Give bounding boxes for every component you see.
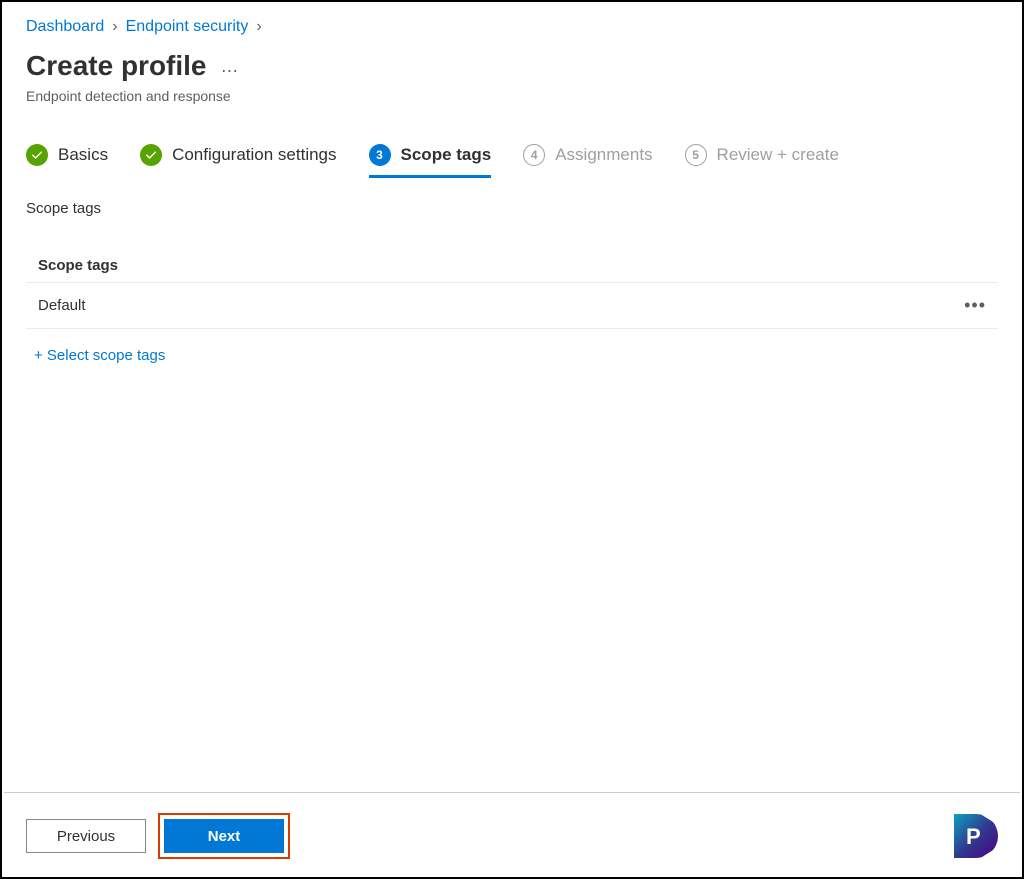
step-configuration-settings[interactable]: Configuration settings <box>140 144 336 176</box>
step-label: Assignments <box>555 145 652 165</box>
breadcrumb: Dashboard › Endpoint security › <box>26 18 998 36</box>
chevron-right-icon: › <box>256 18 261 36</box>
step-number-icon: 3 <box>369 144 391 166</box>
step-number-icon: 4 <box>523 144 545 166</box>
check-icon <box>26 144 48 166</box>
step-label: Review + create <box>717 145 839 165</box>
brand-logo: P <box>954 814 998 858</box>
table-row: Default ••• <box>26 282 998 329</box>
highlight-annotation: Next <box>158 813 290 859</box>
chevron-right-icon: › <box>112 18 117 36</box>
step-basics[interactable]: Basics <box>26 144 108 176</box>
step-label: Basics <box>58 145 108 165</box>
scope-tag-name: Default <box>38 297 86 314</box>
next-button[interactable]: Next <box>164 819 284 853</box>
row-more-icon[interactable]: ••• <box>964 295 986 316</box>
page-title: Create profile <box>26 50 207 82</box>
select-scope-tags-link[interactable]: + Select scope tags <box>26 347 998 364</box>
logo-letter: P <box>966 824 981 850</box>
footer-bar: Previous Next P <box>4 792 1020 875</box>
step-assignments[interactable]: 4 Assignments <box>523 144 652 176</box>
step-review-create[interactable]: 5 Review + create <box>685 144 839 176</box>
step-number-icon: 5 <box>685 144 707 166</box>
breadcrumb-endpoint-security[interactable]: Endpoint security <box>126 18 249 36</box>
previous-button[interactable]: Previous <box>26 819 146 853</box>
step-scope-tags[interactable]: 3 Scope tags <box>369 144 492 176</box>
scope-tags-table-header: Scope tags <box>26 257 998 282</box>
step-label: Configuration settings <box>172 145 336 165</box>
check-icon <box>140 144 162 166</box>
wizard-stepper: Basics Configuration settings 3 Scope ta… <box>26 144 998 176</box>
section-label: Scope tags <box>26 200 998 217</box>
more-options-icon[interactable]: … <box>221 56 239 77</box>
step-label: Scope tags <box>401 145 492 165</box>
page-subtitle: Endpoint detection and response <box>26 88 998 104</box>
breadcrumb-dashboard[interactable]: Dashboard <box>26 18 104 36</box>
